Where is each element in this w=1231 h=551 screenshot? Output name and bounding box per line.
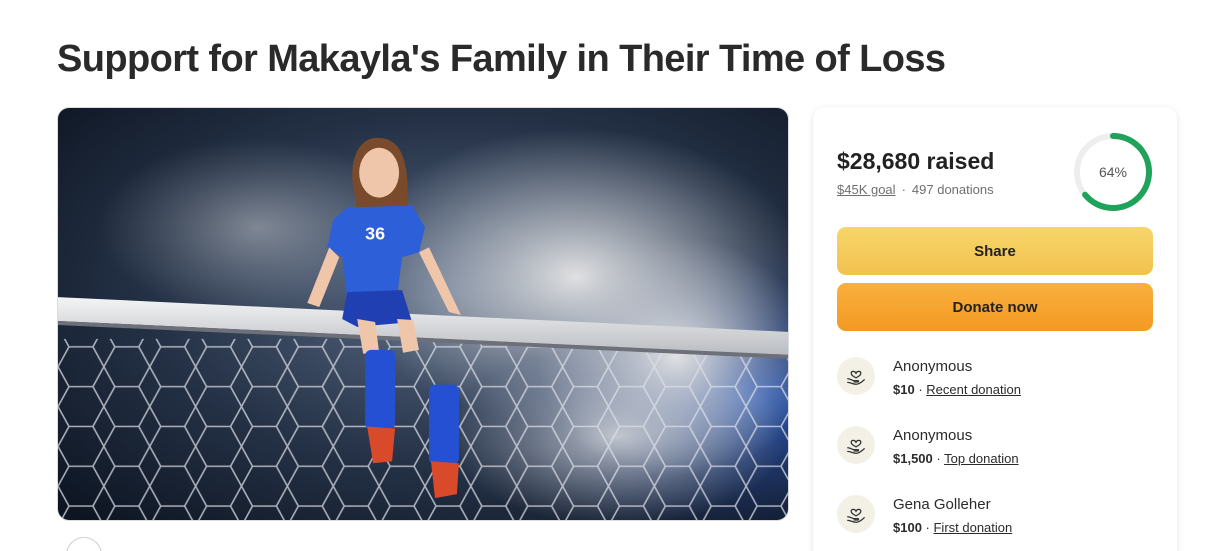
donation-amount: $100 <box>893 520 922 535</box>
donation-item: Gena Golleher $100 · First donation <box>837 492 1157 538</box>
progress-ring: 64% <box>1072 131 1154 213</box>
campaign-hero-image: 36 <box>57 107 789 521</box>
donate-now-button[interactable]: Donate now <box>837 283 1153 331</box>
raised-summary: $28,680 raised <box>837 148 994 175</box>
organizer-avatar[interactable] <box>66 537 102 551</box>
donation-separator: · <box>932 451 945 466</box>
goal-row: $45K goal · 497 donations <box>837 182 994 197</box>
page-title: Support for Makayla's Family in Their Ti… <box>57 38 946 80</box>
share-button[interactable]: Share <box>837 227 1153 275</box>
donation-detail: $10 · Recent donation <box>893 382 1021 397</box>
hero-photo: 36 <box>58 108 788 520</box>
donation-item: Anonymous $1,500 · Top donation <box>837 423 1157 469</box>
donation-tag-link[interactable]: First donation <box>933 520 1012 535</box>
donor-name: Gena Golleher <box>893 496 991 513</box>
donation-amount: $1,500 <box>893 451 933 466</box>
donation-item: Anonymous $10 · Recent donation <box>837 354 1157 400</box>
donation-detail: $100 · First donation <box>893 520 1012 535</box>
meta-separator: · <box>901 182 906 197</box>
donation-card: $28,680 raised $45K goal · 497 donations 6… <box>813 107 1177 551</box>
heart-in-hand-icon <box>837 426 875 464</box>
donation-tag-link[interactable]: Top donation <box>944 451 1018 466</box>
donation-separator: · <box>921 520 934 535</box>
donation-count: 497 donations <box>911 182 994 197</box>
donation-amount: $10 <box>893 382 915 397</box>
progress-percent: 64% <box>1098 164 1128 180</box>
donor-name: Anonymous <box>893 427 973 444</box>
goal-link[interactable]: $45K goal <box>837 182 896 197</box>
raised-amount: $28,680 <box>837 148 921 174</box>
raised-word: raised <box>926 148 995 174</box>
donation-separator: · <box>914 382 927 397</box>
heart-in-hand-icon <box>837 495 875 533</box>
donation-detail: $1,500 · Top donation <box>893 451 1019 466</box>
jersey-number: 36 <box>365 223 385 243</box>
donor-name: Anonymous <box>893 358 973 375</box>
donation-tag-link[interactable]: Recent donation <box>926 382 1021 397</box>
heart-in-hand-icon <box>837 357 875 395</box>
